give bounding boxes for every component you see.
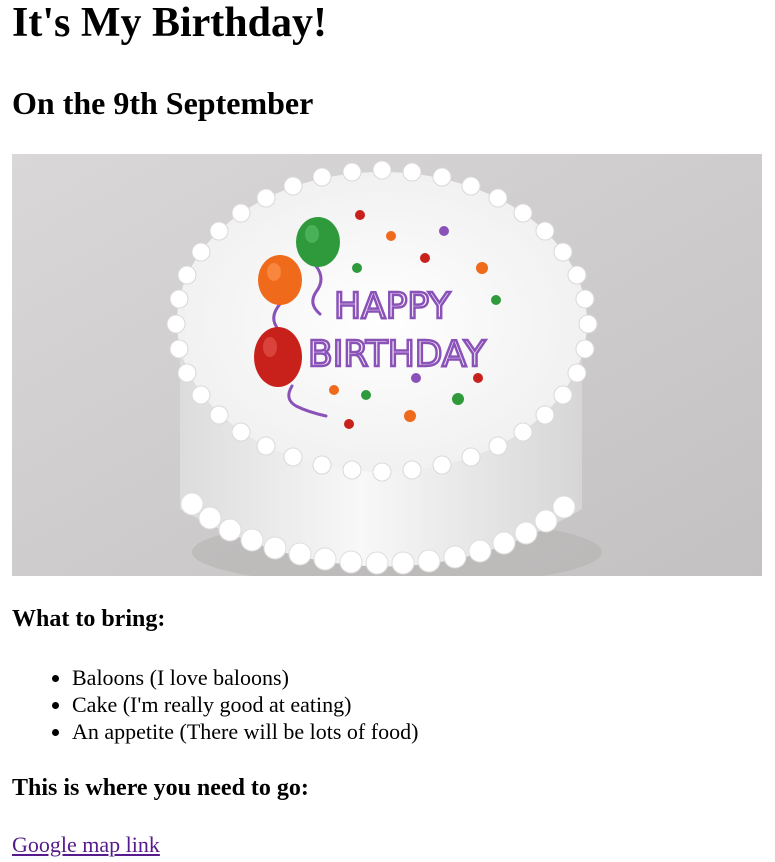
birthday-cake-image: HAPPY BIRTHDAY xyxy=(12,154,762,576)
list-item-text: Cake (I'm really good at eating) xyxy=(72,692,352,717)
what-to-bring-heading: What to bring: xyxy=(12,606,166,632)
page-title: It's My Birthday! xyxy=(12,0,327,46)
list-item-text: Baloons (I love baloons) xyxy=(72,665,289,690)
google-map-link[interactable]: Google map link xyxy=(12,831,160,859)
bullet-icon xyxy=(52,702,59,709)
list-item-text: An appetite (There will be lots of food) xyxy=(72,719,419,744)
cake-inscription-happy: HAPPY xyxy=(334,286,451,327)
bullet-icon xyxy=(52,729,59,736)
cake-inscription-birthday: BIRTHDAY xyxy=(308,334,487,375)
bring-list: Baloons (I love baloons) Cake (I'm reall… xyxy=(12,664,418,745)
list-item: Baloons (I love baloons) xyxy=(12,664,418,691)
page-subtitle: On the 9th September xyxy=(12,85,314,121)
location-heading: This is where you need to go: xyxy=(12,775,309,801)
bullet-icon xyxy=(52,675,59,682)
list-item: An appetite (There will be lots of food) xyxy=(12,718,418,745)
list-item: Cake (I'm really good at eating) xyxy=(12,691,418,718)
